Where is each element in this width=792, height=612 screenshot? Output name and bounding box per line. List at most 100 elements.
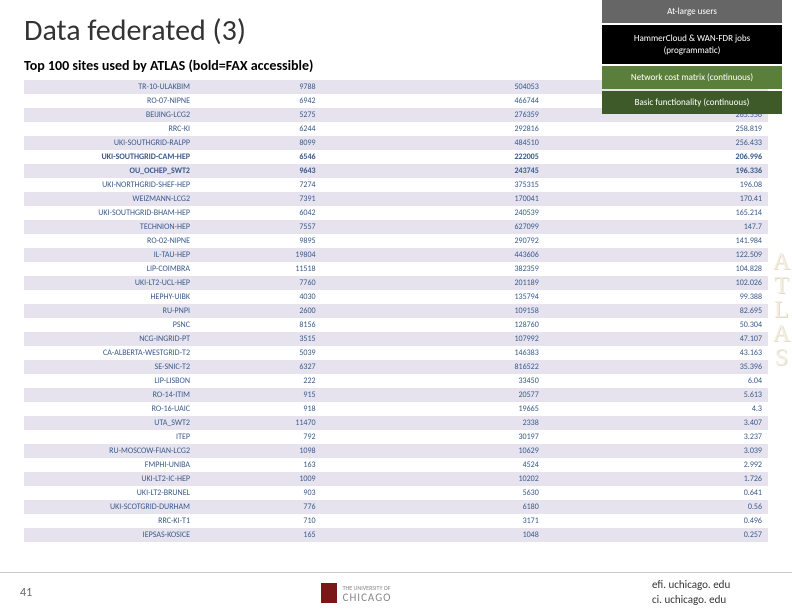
table-cell: 240539	[322, 206, 545, 220]
table-cell: LIP-COIMBRA	[24, 262, 210, 276]
table-cell: RO-16-UAIC	[24, 402, 210, 416]
table-cell: 466744	[322, 94, 545, 108]
table-cell: UTA_SWT2	[24, 416, 210, 430]
table-cell: RRC-KI-T1	[24, 514, 210, 528]
table-cell: 8156	[210, 318, 322, 332]
table-cell: 3515	[210, 332, 322, 346]
table-cell: 6180	[322, 500, 545, 514]
table-cell: 222005	[322, 150, 545, 164]
table-cell: 918	[210, 402, 322, 416]
table-cell: 201189	[322, 276, 545, 290]
table-cell: 792	[210, 430, 322, 444]
table-cell: 11518	[210, 262, 322, 276]
table-cell: 102.026	[545, 276, 768, 290]
page-number: 41	[20, 586, 60, 600]
table-cell: 6042	[210, 206, 322, 220]
table-cell: 9643	[210, 164, 322, 178]
table-cell: 4.3	[545, 402, 768, 416]
table-cell: WEIZMANN-LCG2	[24, 192, 210, 206]
table-cell: 141.984	[545, 234, 768, 248]
table-cell: 170.41	[545, 192, 768, 206]
table-cell: 9895	[210, 234, 322, 248]
table-cell: 256.433	[545, 136, 768, 150]
table-cell: 915	[210, 388, 322, 402]
table-cell: IL-TAU-HEP	[24, 248, 210, 262]
shield-icon	[321, 583, 337, 603]
table-cell: 165.214	[545, 206, 768, 220]
table-cell: LIP-LISBON	[24, 374, 210, 388]
table-cell: 443606	[322, 248, 545, 262]
table-cell: ITEP	[24, 430, 210, 444]
table-cell: 43.163	[545, 346, 768, 360]
table-row: UKI-SOUTHGRID-BHAM-HEP6042240539165.214	[24, 206, 768, 220]
table-cell: 6546	[210, 150, 322, 164]
table-cell: FMPHI-UNIBA	[24, 458, 210, 472]
table-row: RRC-KI6244292816258.819	[24, 122, 768, 136]
table-cell: UKI-LT2-UCL-HEP	[24, 276, 210, 290]
footer: 41 THE UNIVERSITY OF CHICAGO efi. uchica…	[0, 572, 792, 612]
table-row: LIP-LISBON222334506.04	[24, 374, 768, 388]
sites-table: TR-10-ULAKBIM9788504053278.02RO-07-NIPNE…	[0, 80, 792, 542]
table-cell: 3171	[322, 514, 545, 528]
table-row: UKI-LT2-UCL-HEP7760201189102.026	[24, 276, 768, 290]
table-cell: 122.509	[545, 248, 768, 262]
table-cell: 627099	[322, 220, 545, 234]
table-cell: 1098	[210, 444, 322, 458]
table-cell: 165	[210, 528, 322, 542]
table-cell: 7391	[210, 192, 322, 206]
table-cell: CA-ALBERTA-WESTGRID-T2	[24, 346, 210, 360]
table-row: RU-PNPI260010915882.695	[24, 304, 768, 318]
table-cell: 290792	[322, 234, 545, 248]
table-cell: UKI-SOUTHGRID-BHAM-HEP	[24, 206, 210, 220]
table-row: HEPHY-UIBK403013579499.388	[24, 290, 768, 304]
table-cell: 3.407	[545, 416, 768, 430]
table-cell: 6327	[210, 360, 322, 374]
table-cell: HEPHY-UIBK	[24, 290, 210, 304]
table-cell: 375315	[322, 178, 545, 192]
table-cell: RU-MOSCOW-FIAN-LCG2	[24, 444, 210, 458]
table-cell: 35.396	[545, 360, 768, 374]
table-cell: 5039	[210, 346, 322, 360]
table-cell: PSNC	[24, 318, 210, 332]
table-cell: 6.04	[545, 374, 768, 388]
table-cell: 4524	[322, 458, 545, 472]
table-row: RO-16-UAIC918196654.3	[24, 402, 768, 416]
table-cell: 4030	[210, 290, 322, 304]
table-cell: 7274	[210, 178, 322, 192]
table-cell: 222	[210, 374, 322, 388]
table-cell: UKI-LT2-IC-HEP	[24, 472, 210, 486]
table-row: PSNC815612876050.304	[24, 318, 768, 332]
table-cell: 99.388	[545, 290, 768, 304]
table-cell: 0.496	[545, 514, 768, 528]
table-row: UKI-NORTHGRID-SHEF-HEP7274375315196.08	[24, 178, 768, 192]
table-cell: 243745	[322, 164, 545, 178]
table-cell: 0.641	[545, 486, 768, 500]
table-row: UTA_SWT21147023383.407	[24, 416, 768, 430]
table-cell: TECHNION-HEP	[24, 220, 210, 234]
table-cell: 146383	[322, 346, 545, 360]
table-cell: 3.039	[545, 444, 768, 458]
table-row: OU_OCHEP_SWT29643243745196.336	[24, 164, 768, 178]
table-cell: 504053	[322, 80, 545, 94]
table-row: RO-02-NIPNE9895290792141.984	[24, 234, 768, 248]
box-netcost: Network cost matrix (continuous)	[602, 66, 782, 89]
table-cell: 33450	[322, 374, 545, 388]
table-cell: 10629	[322, 444, 545, 458]
table-cell: 6942	[210, 94, 322, 108]
table-cell: 10202	[322, 472, 545, 486]
table-cell: 710	[210, 514, 322, 528]
atlas-watermark: ATLAS	[773, 250, 792, 370]
table-cell: 47.107	[545, 332, 768, 346]
university-logo: THE UNIVERSITY OF CHICAGO	[60, 583, 652, 603]
table-cell: 276359	[322, 108, 545, 122]
table-cell: 170041	[322, 192, 545, 206]
table-cell: 206.996	[545, 150, 768, 164]
table-cell: 7557	[210, 220, 322, 234]
table-cell: 484510	[322, 136, 545, 150]
table-cell: 0.257	[545, 528, 768, 542]
table-row: TECHNION-HEP7557627099147.7	[24, 220, 768, 234]
table-cell: OU_OCHEP_SWT2	[24, 164, 210, 178]
table-cell: 128760	[322, 318, 545, 332]
table-cell: 109158	[322, 304, 545, 318]
table-cell: 3.237	[545, 430, 768, 444]
